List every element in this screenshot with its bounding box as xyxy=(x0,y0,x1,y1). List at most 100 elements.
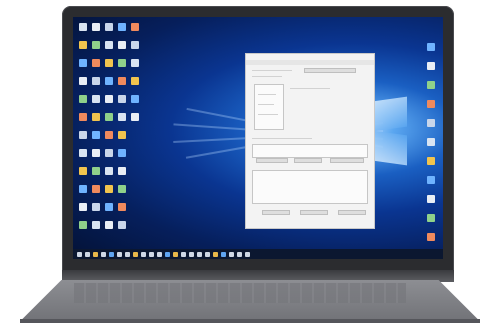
desktop-shortcut-icon[interactable] xyxy=(105,95,113,103)
desktop-shortcut-icon[interactable] xyxy=(92,59,100,67)
taskbar-app-icon[interactable] xyxy=(205,251,210,257)
desktop-shortcut-icon[interactable] xyxy=(105,59,113,67)
desktop-shortcut-icon[interactable] xyxy=(427,233,435,241)
desktop-shortcut-icon[interactable] xyxy=(79,77,87,85)
desktop-shortcut-icon[interactable] xyxy=(92,149,100,157)
desktop-shortcut-icon[interactable] xyxy=(79,59,87,67)
desktop-shortcut-icon[interactable] xyxy=(427,81,435,89)
window-button[interactable] xyxy=(330,158,364,163)
desktop-shortcut-icon[interactable] xyxy=(118,41,126,49)
window-title-bar[interactable] xyxy=(246,60,374,65)
window-button[interactable] xyxy=(304,68,356,73)
desktop-shortcut-icon[interactable] xyxy=(118,221,126,229)
desktop-shortcut-icon[interactable] xyxy=(92,221,100,229)
taskbar-app-icon[interactable] xyxy=(101,251,106,257)
taskbar-app-icon[interactable] xyxy=(125,251,130,257)
desktop-shortcut-icon[interactable] xyxy=(105,149,113,157)
desktop-shortcut-icon[interactable] xyxy=(79,95,87,103)
taskbar-app-icon[interactable] xyxy=(93,251,98,257)
desktop-shortcut-icon[interactable] xyxy=(118,59,126,67)
desktop-shortcut-icon[interactable] xyxy=(427,43,435,51)
taskbar-app-icon[interactable] xyxy=(229,251,234,257)
window-text-area[interactable] xyxy=(252,170,368,204)
desktop-shortcut-icon[interactable] xyxy=(118,113,126,121)
desktop-shortcut-icon[interactable] xyxy=(105,131,113,139)
desktop-shortcut-icon[interactable] xyxy=(92,77,100,85)
desktop-shortcut-icon[interactable] xyxy=(92,203,100,211)
taskbar-app-icon[interactable] xyxy=(189,251,194,257)
desktop-shortcut-icon[interactable] xyxy=(105,23,113,31)
desktop-shortcut-icon[interactable] xyxy=(79,167,87,175)
taskbar-app-icon[interactable] xyxy=(221,251,226,257)
desktop-shortcut-icon[interactable] xyxy=(118,203,126,211)
taskbar-app-icon[interactable] xyxy=(149,251,154,257)
desktop-shortcut-icon[interactable] xyxy=(427,62,435,70)
desktop-shortcut-icon[interactable] xyxy=(92,131,100,139)
desktop-shortcut-icon[interactable] xyxy=(118,95,126,103)
taskbar-app-icon[interactable] xyxy=(141,251,146,257)
desktop-shortcut-icon[interactable] xyxy=(105,203,113,211)
desktop-shortcut-icon[interactable] xyxy=(427,157,435,165)
taskbar-app-icon[interactable] xyxy=(117,251,122,257)
desktop-shortcut-icon[interactable] xyxy=(427,214,435,222)
window-text-line xyxy=(258,104,274,105)
desktop-shortcut-icon[interactable] xyxy=(131,95,139,103)
taskbar-app-icon[interactable] xyxy=(109,251,114,257)
desktop-shortcut-icon[interactable] xyxy=(79,185,87,193)
desktop-shortcut-icon[interactable] xyxy=(131,113,139,121)
desktop-shortcut-icon[interactable] xyxy=(427,100,435,108)
desktop-shortcut-icon[interactable] xyxy=(118,149,126,157)
desktop-shortcut-icon[interactable] xyxy=(92,113,100,121)
desktop-shortcut-icon[interactable] xyxy=(105,185,113,193)
taskbar-app-icon[interactable] xyxy=(237,251,242,257)
taskbar-app-icon[interactable] xyxy=(197,251,202,257)
keyboard-keys xyxy=(74,283,406,303)
taskbar-app-icon[interactable] xyxy=(85,251,90,257)
desktop-shortcut-icon[interactable] xyxy=(118,23,126,31)
taskbar-app-icon[interactable] xyxy=(133,251,138,257)
settings-window[interactable] xyxy=(246,54,374,228)
desktop-shortcut-icon[interactable] xyxy=(131,23,139,31)
taskbar-app-icon[interactable] xyxy=(181,251,186,257)
desktop-shortcut-icon[interactable] xyxy=(105,167,113,175)
desktop-shortcut-icon[interactable] xyxy=(427,138,435,146)
desktop-shortcut-icon[interactable] xyxy=(427,119,435,127)
desktop-shortcut-icon[interactable] xyxy=(79,149,87,157)
taskbar-app-icon[interactable] xyxy=(165,251,170,257)
desktop-shortcut-icon[interactable] xyxy=(131,41,139,49)
desktop-shortcut-icon[interactable] xyxy=(131,77,139,85)
window-button[interactable] xyxy=(256,158,288,163)
desktop-shortcut-icon[interactable] xyxy=(118,131,126,139)
desktop-shortcut-icon[interactable] xyxy=(105,221,113,229)
desktop-shortcut-icon[interactable] xyxy=(92,167,100,175)
desktop-shortcut-icon[interactable] xyxy=(79,41,87,49)
taskbar-app-icon[interactable] xyxy=(245,251,250,257)
desktop-shortcut-icon[interactable] xyxy=(79,113,87,121)
window-list-box[interactable] xyxy=(254,84,284,130)
desktop-shortcut-icon[interactable] xyxy=(105,41,113,49)
desktop-shortcut-icon[interactable] xyxy=(105,77,113,85)
desktop-shortcut-icon[interactable] xyxy=(79,131,87,139)
desktop-shortcut-icon[interactable] xyxy=(79,221,87,229)
desktop-shortcut-icon[interactable] xyxy=(79,203,87,211)
desktop-shortcut-icon[interactable] xyxy=(105,113,113,121)
desktop-shortcut-icon[interactable] xyxy=(92,23,100,31)
taskbar-app-icon[interactable] xyxy=(77,251,82,257)
desktop-shortcut-icon[interactable] xyxy=(118,185,126,193)
window-button[interactable] xyxy=(338,210,366,215)
window-button[interactable] xyxy=(262,210,290,215)
desktop-shortcut-icon[interactable] xyxy=(92,41,100,49)
window-button[interactable] xyxy=(294,158,322,163)
taskbar-app-icon[interactable] xyxy=(157,251,162,257)
desktop-shortcut-icon[interactable] xyxy=(427,176,435,184)
desktop-shortcut-icon[interactable] xyxy=(427,195,435,203)
desktop-shortcut-icon[interactable] xyxy=(92,95,100,103)
desktop-shortcut-icon[interactable] xyxy=(92,185,100,193)
desktop-shortcut-icon[interactable] xyxy=(131,59,139,67)
desktop-shortcut-icon[interactable] xyxy=(118,77,126,85)
window-button[interactable] xyxy=(300,210,328,215)
taskbar-app-icon[interactable] xyxy=(213,251,218,257)
desktop-shortcut-icon[interactable] xyxy=(118,167,126,175)
desktop-shortcut-icon[interactable] xyxy=(79,23,87,31)
taskbar-app-icon[interactable] xyxy=(173,251,178,257)
